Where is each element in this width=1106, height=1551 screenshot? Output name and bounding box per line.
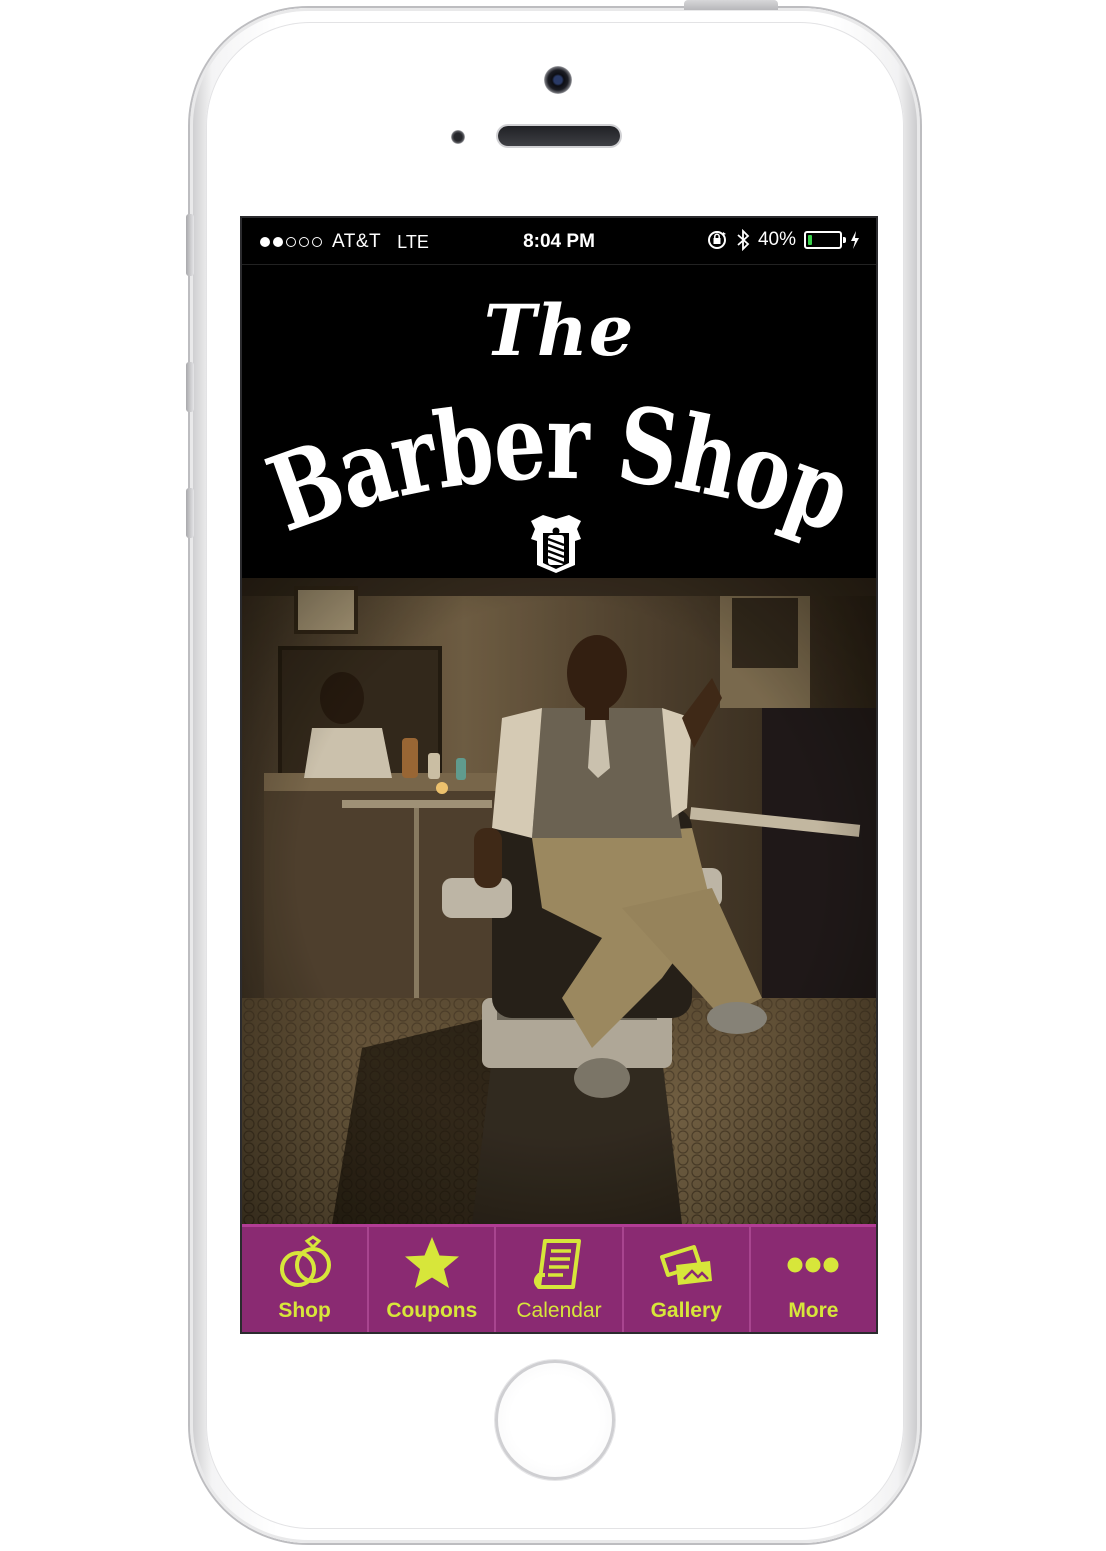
tab-shop[interactable]: Shop — [242, 1227, 370, 1332]
bluetooth-icon — [737, 229, 750, 251]
earpiece-speaker — [498, 126, 620, 146]
barber-crest-icon — [531, 515, 581, 573]
status-bar: AT&T LTE 8:04 PM 40% — [242, 218, 876, 265]
barber-chair-photo — [242, 578, 876, 1224]
tab-coupons-label: Coupons — [386, 1299, 478, 1322]
volume-down-button — [186, 488, 194, 538]
battery-level — [808, 235, 813, 245]
app-screen: AT&T LTE 8:04 PM 40% The Barber Shop Sho… — [242, 218, 876, 1332]
mute-switch — [186, 214, 194, 276]
tab-shop-label: Shop — [278, 1299, 331, 1322]
photos-icon — [660, 1245, 713, 1285]
app-header: The Barber Shop — [242, 265, 876, 578]
volume-up-button — [186, 362, 194, 412]
front-camera — [544, 66, 572, 94]
tab-calendar[interactable]: Calendar — [496, 1227, 624, 1332]
proximity-sensor — [451, 130, 465, 144]
tab-more[interactable]: More — [751, 1227, 876, 1332]
home-button[interactable] — [495, 1360, 615, 1480]
tab-coupons[interactable]: Coupons — [369, 1227, 497, 1332]
charging-bolt-icon — [851, 231, 859, 249]
logo-the-text: The — [483, 289, 635, 372]
rings-icon — [279, 1235, 331, 1287]
calendar-icon — [534, 1239, 581, 1289]
power-button — [684, 0, 778, 10]
rotation-lock-icon — [707, 231, 726, 249]
more-dots-icon — [787, 1257, 839, 1273]
battery-percent: 40% — [757, 229, 796, 250]
star-icon — [404, 1237, 459, 1288]
tab-gallery-label: Gallery — [650, 1299, 722, 1322]
battery-nub — [843, 237, 846, 243]
tab-calendar-label: Calendar — [516, 1299, 602, 1322]
battery-icon — [804, 231, 846, 249]
status-right: 40% — [706, 229, 860, 251]
bottom-tab-bar: Shop Coupons Calendar Gallery More — [242, 1224, 876, 1332]
tab-gallery[interactable]: Gallery — [624, 1227, 751, 1332]
hero-photo — [242, 578, 876, 1224]
tab-more-label: More — [788, 1299, 839, 1322]
